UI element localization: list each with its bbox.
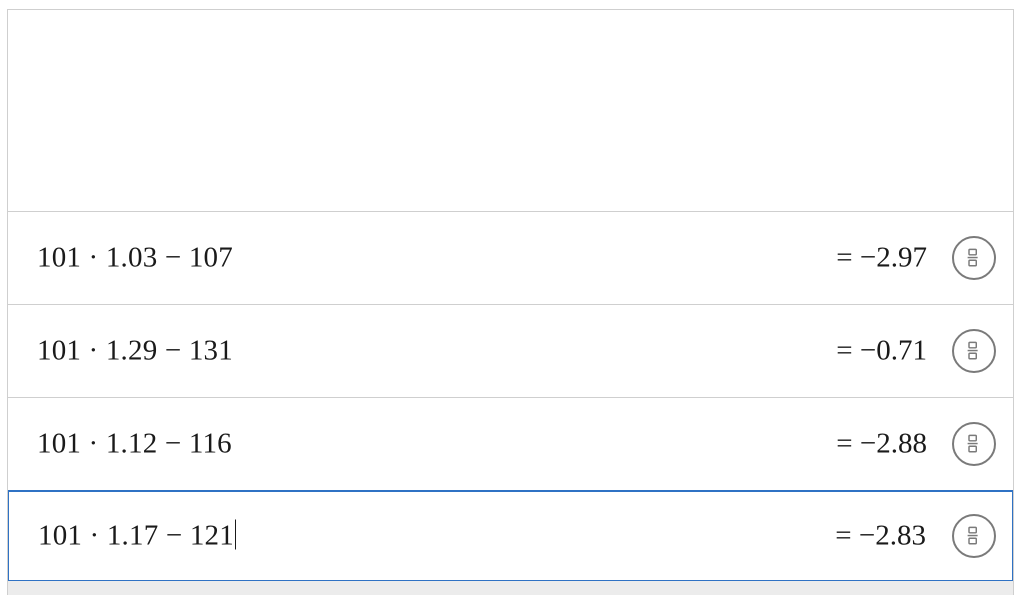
- expression-row[interactable]: 101 · 1.03 − 107 = −2.97: [8, 212, 1013, 305]
- expression-input[interactable]: 101 · 1.29 − 131: [37, 335, 233, 368]
- expression-result: = −2.88: [836, 427, 927, 460]
- fraction-toggle-icon: [967, 248, 978, 267]
- empty-display-area: [8, 10, 1013, 212]
- expression-row[interactable]: 101 · 1.29 − 131 = −0.71: [8, 305, 1013, 398]
- expression-result: = −2.97: [836, 241, 927, 274]
- text-caret: [234, 519, 237, 550]
- expression-input[interactable]: 101 · 1.17 − 121: [38, 519, 237, 553]
- expression-result: = −0.71: [836, 334, 927, 367]
- expression-row-active[interactable]: 101 · 1.17 − 121 = −2.83: [8, 490, 1013, 582]
- fraction-toggle-icon: [967, 434, 978, 453]
- fraction-toggle-icon: [967, 341, 978, 360]
- fraction-toggle-icon: [967, 526, 978, 545]
- expression-input-text: 101 · 1.17 − 121: [38, 519, 234, 552]
- fraction-toggle-button[interactable]: [952, 514, 996, 558]
- fraction-toggle-button[interactable]: [952, 422, 996, 466]
- expression-input[interactable]: 101 · 1.12 − 116: [37, 428, 232, 461]
- new-expression-strip[interactable]: [8, 581, 1013, 595]
- expression-row[interactable]: 101 · 1.12 − 116 = −2.88: [8, 398, 1013, 491]
- fraction-toggle-button[interactable]: [952, 236, 996, 280]
- expression-input[interactable]: 101 · 1.03 − 107: [37, 242, 233, 275]
- calculator-panel: 101 · 1.03 − 107 = −2.97 101 · 1.29 − 13…: [7, 9, 1014, 595]
- fraction-toggle-button[interactable]: [952, 329, 996, 373]
- expression-result: = −2.83: [835, 519, 926, 552]
